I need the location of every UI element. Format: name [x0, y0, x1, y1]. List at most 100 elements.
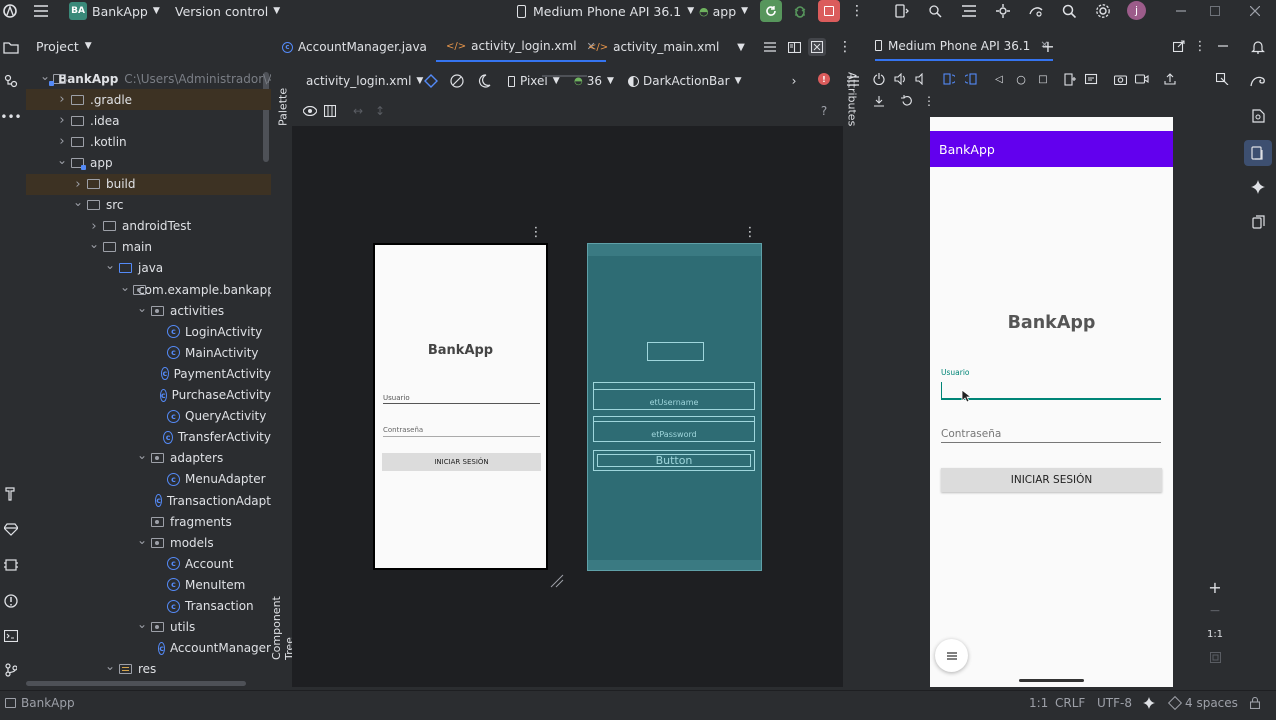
open-new-window-icon[interactable] — [1171, 38, 1187, 54]
maximize-icon[interactable] — [1206, 2, 1224, 20]
tree-item-transaction-file[interactable]: c Transaction — [26, 596, 271, 617]
running-device-tab[interactable]: Medium Phone API 36.1 ✕ — [875, 32, 1053, 61]
floating-menu-icon[interactable] — [935, 639, 968, 672]
chevron-down-icon[interactable]: ⌄ — [136, 617, 148, 631]
rotate-left-icon[interactable] — [942, 71, 956, 87]
device-manager-icon[interactable] — [893, 2, 911, 20]
run-config-selector[interactable]: ◓ app ▼ — [699, 0, 748, 22]
screenshot-icon[interactable] — [1112, 71, 1128, 87]
emulator-screen[interactable]: BankApp BankApp Usuario Contraseña INICI… — [930, 117, 1173, 687]
tree-item-transactionadapter-file[interactable]: c TransactionAdapt — [26, 490, 271, 511]
tree-item-main-folder[interactable]: ⌄ main — [26, 237, 271, 258]
profiler-icon[interactable] — [926, 2, 944, 20]
tree-item-menuitem-file[interactable]: c MenuItem — [26, 574, 271, 595]
chevron-down-icon[interactable]: ⌄ — [104, 659, 116, 673]
tree-item-kotlin-folder[interactable]: › .kotlin — [26, 131, 271, 152]
hide-panel-icon[interactable] — [1215, 38, 1231, 54]
sdk-manager-icon[interactable] — [994, 2, 1012, 20]
preview-login-button[interactable]: INICIAR SESIÓN — [382, 453, 541, 471]
night-mode-icon[interactable] — [476, 72, 492, 90]
design-blueprint-icon[interactable] — [423, 72, 439, 90]
status-line-separator[interactable]: CRLF — [1055, 691, 1085, 715]
status-project-breadcrumb[interactable]: BankApp — [5, 691, 75, 715]
notifications-icon[interactable] — [1248, 38, 1268, 56]
share-upload-icon[interactable] — [1162, 71, 1178, 87]
orientation-icon[interactable] — [449, 72, 465, 90]
volume-down-icon[interactable] — [914, 71, 928, 87]
structure-tool-icon[interactable] — [1, 72, 21, 90]
gemini-sparkle-icon[interactable] — [1248, 178, 1268, 196]
emulator-login-button[interactable]: INICIAR SESIÓN — [941, 468, 1162, 492]
chevron-down-icon[interactable]: ⌄ — [136, 448, 148, 462]
power-icon[interactable] — [872, 71, 886, 87]
search-icon[interactable] — [1060, 2, 1078, 20]
code-view-icon[interactable] — [762, 38, 778, 56]
minimize-icon[interactable] — [1172, 2, 1190, 20]
tree-item-src-folder[interactable]: ⌄ src — [26, 195, 271, 216]
blueprint-preview-phone[interactable]: etUsername etPassword Button — [587, 243, 762, 571]
version-control-menu[interactable]: Version control ▼ — [175, 0, 280, 22]
blueprint-options-icon[interactable]: ⋮ — [744, 224, 757, 240]
horizontal-resize-icon[interactable]: ↔ — [350, 102, 366, 120]
screen-record-icon[interactable] — [1134, 71, 1150, 87]
volume-up-icon[interactable] — [893, 71, 907, 87]
tree-item-models-package[interactable]: ⌄ models — [26, 532, 271, 553]
tree-item-paymentactivity-file[interactable]: c PaymentActivity — [26, 363, 271, 384]
error-indicator-icon[interactable]: ! — [818, 73, 830, 85]
device-file-explorer-icon[interactable] — [1248, 107, 1268, 125]
gesture-nav-bar[interactable] — [1019, 679, 1084, 682]
chevron-right-icon[interactable]: › — [56, 134, 68, 149]
zoom-actual-size[interactable]: 1:1 — [1203, 625, 1227, 643]
tree-item-gradle-folder[interactable]: › .gradle — [26, 89, 271, 111]
tree-item-transferactivity-file[interactable]: c TransferActivity — [26, 427, 271, 448]
status-encoding[interactable]: UTF-8 — [1097, 691, 1132, 715]
zoom-out-icon[interactable]: − — [1207, 602, 1223, 620]
lock-icon[interactable] — [1248, 696, 1262, 710]
tabs-more-icon[interactable]: ⋮ — [838, 38, 852, 56]
chevron-down-icon[interactable]: ▼ — [734, 38, 748, 56]
reset-icon[interactable] — [900, 93, 914, 109]
fold-icon[interactable] — [1063, 71, 1077, 87]
back-icon[interactable]: ◁ — [992, 71, 1006, 87]
vertical-resize-icon[interactable]: ↕ — [372, 102, 388, 120]
main-menu-icon[interactable] — [32, 2, 50, 20]
tree-item-utils-package[interactable]: ⌄ utils — [26, 617, 271, 638]
emulator-username-input[interactable] — [941, 398, 1161, 400]
tab-accountmanager-java[interactable]: c AccountManager.java — [272, 32, 437, 62]
chevron-down-icon[interactable]: ⌄ — [120, 280, 130, 294]
chevron-down-icon[interactable]: ⌄ — [136, 301, 148, 315]
chevron-right-icon[interactable]: › — [788, 72, 800, 90]
chevron-down-icon[interactable]: ⌄ — [72, 195, 84, 209]
git-icon[interactable] — [1, 661, 21, 679]
app-inspection-icon[interactable] — [1, 556, 21, 574]
project-tool-icon[interactable] — [1, 38, 21, 56]
tree-item-java-folder[interactable]: ⌄ java — [26, 258, 271, 279]
tree-item-account-file[interactable]: c Account — [26, 553, 271, 574]
tree-item-res-folder[interactable]: ⌄ res — [26, 659, 271, 680]
running-devices-tool-icon[interactable] — [1244, 140, 1272, 166]
gradle-icon[interactable] — [1248, 72, 1268, 90]
terminal-icon[interactable] — [1, 627, 21, 645]
download-icon[interactable] — [872, 93, 886, 109]
eye-view-options-icon[interactable] — [302, 102, 318, 120]
chevron-down-icon[interactable]: ⌄ — [88, 237, 100, 251]
tree-item-package-bankapp[interactable]: ⌄ com.example.bankapp — [26, 279, 271, 300]
gradle-sync-icon[interactable] — [1027, 2, 1045, 20]
chevron-down-icon[interactable]: ⌄ — [104, 258, 116, 272]
emulator-password-input[interactable] — [941, 442, 1161, 443]
snapshot-icon[interactable] — [1084, 71, 1098, 87]
split-view-icon[interactable] — [786, 38, 802, 56]
blueprint-password-box[interactable]: etPassword — [593, 416, 755, 442]
debug-icon[interactable] — [790, 2, 810, 20]
component-tree-tab[interactable]: Component Tree — [270, 580, 296, 660]
status-indent[interactable]: 4 spaces — [1167, 691, 1238, 715]
tree-item-build-folder[interactable]: › build — [26, 173, 271, 195]
blueprint-title-box[interactable] — [647, 342, 704, 361]
problems-icon[interactable] — [1, 592, 21, 610]
home-icon[interactable]: ○ — [1014, 71, 1028, 87]
gem-icon[interactable] — [1, 520, 21, 538]
device-more-icon[interactable]: ⋮ — [923, 93, 935, 109]
blueprint-username-box[interactable]: etUsername — [593, 382, 755, 410]
panels-icon[interactable] — [322, 102, 338, 120]
close-window-icon[interactable] — [1246, 2, 1264, 20]
